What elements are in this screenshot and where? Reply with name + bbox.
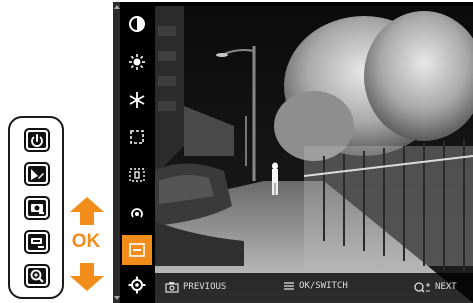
sidebar-item-digital-frame[interactable] [122,160,152,190]
thermal-image [154,6,473,303]
device-screen: PREVIOUS OK/SWITCH NEXT [113,2,473,303]
menu-icon [284,282,294,290]
zoom-plus-minus-icon [414,282,430,293]
sidebar-item-brightness[interactable] [122,47,152,77]
contrast-icon [129,16,145,32]
next-label: NEXT [435,282,457,292]
zoom-button[interactable] [24,264,50,288]
sidebar-item-display[interactable] [122,235,152,265]
next-button[interactable]: NEXT [413,281,457,293]
camera-icon [28,200,46,216]
sidebar-menu [113,2,155,303]
snowflake-icon [129,92,145,108]
sidebar-item-freeze[interactable] [122,85,152,115]
previous-button[interactable]: PREVIOUS [165,281,226,293]
sidebar-item-signal[interactable] [122,198,152,228]
bottom-control-bar: PREVIOUS OK/SWITCH NEXT [155,273,473,303]
scroll-up-icon [114,5,120,9]
palette-button[interactable] [24,162,50,186]
device-button-panel [8,116,64,299]
record-icon [28,234,46,250]
sidebar-item-frame[interactable] [122,122,152,152]
switch-button[interactable]: OK/SWITCH [283,281,348,291]
previous-label: PREVIOUS [183,282,227,292]
down-arrow-icon [70,263,104,291]
sidebar-item-contrast[interactable] [122,9,152,39]
settings-icon [128,276,146,294]
scroll-down-icon [114,296,120,300]
sidebar-scrollbar[interactable] [113,2,120,303]
signal-icon [131,208,143,218]
brightness-icon [129,54,145,70]
camera-icon [165,282,179,293]
palette-icon [28,166,46,182]
digital-frame-icon [129,168,145,182]
zoom-icon [28,268,46,284]
camera-button[interactable] [24,196,50,220]
sidebar-item-settings[interactable] [122,270,152,300]
power-button[interactable] [24,128,50,152]
ok-label: OK [71,231,101,252]
record-button[interactable] [24,230,50,254]
frame-icon [130,130,144,144]
up-arrow-icon [70,197,104,225]
power-icon [28,132,46,148]
switch-label: OK/SWITCH [299,281,348,291]
display-icon [129,243,145,257]
